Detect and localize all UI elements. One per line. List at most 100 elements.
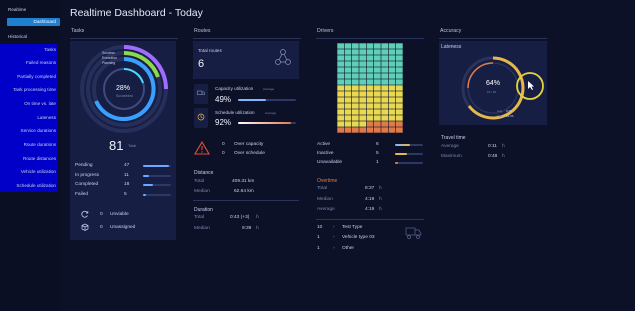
cursor-icon [528, 81, 534, 90]
unviable-label: Unviable [110, 212, 129, 217]
driver-grid-cell [388, 79, 396, 85]
driver-grid-cell [337, 127, 345, 133]
driver-grid-cell [351, 49, 359, 55]
sidebar-historical-header[interactable]: Historical [8, 34, 27, 39]
distance-median-label: Median [194, 189, 210, 194]
driver-grid-cell [344, 109, 352, 115]
box-icon [81, 223, 89, 231]
driver-grid-cell [359, 85, 367, 91]
unavailable-value: 1 [376, 160, 379, 165]
driver-grid-cell [344, 43, 352, 49]
travel-average-value: 0:11 [488, 144, 497, 149]
driver-grid-cell [366, 73, 374, 79]
driver-grid-cell [388, 61, 396, 67]
driver-grid-cell [381, 97, 389, 103]
driver-grid-cell [388, 121, 396, 127]
duration-median-value: 9:39 [242, 226, 252, 231]
driver-grid-cell [366, 109, 374, 115]
driver-grid-cell [359, 43, 367, 49]
driver-grid-cell [366, 91, 374, 97]
sidebar-item-vehicle-utilization[interactable]: Vehicle utilization [21, 169, 56, 174]
driver-grid-cell [344, 49, 352, 55]
driver-grid-cell [344, 55, 352, 61]
driver-grid-cell [373, 61, 381, 67]
driver-grid-cell [395, 73, 403, 79]
active-value: 6 [376, 142, 379, 147]
over-schedule-value: 0 [222, 151, 225, 156]
tasks-total-value: 81 [109, 138, 124, 153]
driver-grid-cell [373, 55, 381, 61]
active-bar-fill [395, 144, 410, 146]
vehicle-type-icon [405, 227, 422, 239]
driver-grid-cell [366, 43, 374, 49]
tasks-total-label: Total [128, 144, 137, 148]
legend-success: Success [102, 51, 115, 55]
driver-grid-cell [373, 97, 381, 103]
driver-grid-cell [351, 103, 359, 109]
driver-grid-cell [351, 79, 359, 85]
driver-grid-cell [344, 67, 352, 73]
driver-grid-cell [337, 43, 345, 49]
task-row-bar-fill [143, 165, 169, 167]
driver-grid-cell [388, 73, 396, 79]
driver-grid-cell [381, 115, 389, 121]
driver-grid-cell [351, 67, 359, 73]
travel-maximum-value: 0:48 [488, 154, 498, 159]
driver-grid-cell [381, 67, 389, 73]
lateness-ratio: 16 / 81 [487, 90, 497, 94]
travel-maximum-label: Maximum [441, 154, 462, 159]
task-row-bar-fill [143, 184, 153, 186]
vehicle-count-2: 1 [317, 246, 320, 251]
vehicle-name-0: Test Type [342, 225, 363, 230]
accuracy-column-title: Accuracy [440, 28, 462, 34]
sidebar-item-failed-reasons[interactable]: Failed reasons [26, 60, 56, 65]
driver-grid-cell [388, 115, 396, 121]
sidebar-item-route-durations[interactable]: Route durations [24, 142, 56, 147]
task-row-label: Failed [75, 191, 89, 197]
driver-grid-cell [366, 61, 374, 67]
driver-grid-cell [337, 49, 345, 55]
travel-average-unit: h [502, 144, 505, 149]
driver-grid-cell [351, 121, 359, 127]
driver-grid-cell [344, 91, 352, 97]
driver-grid-cell [395, 127, 403, 133]
sidebar-realtime-header[interactable]: Realtime [8, 7, 26, 12]
sidebar-item-route-distances[interactable]: Route distances [23, 156, 56, 161]
capacity-label: Capacity utilization [215, 86, 254, 91]
sidebar-item-service-durations[interactable]: Service durations [21, 128, 57, 133]
driver-grid-cell [366, 121, 374, 127]
driver-grid-cell [344, 61, 352, 67]
lateness-avg-value: 0:05 [506, 109, 512, 113]
driver-grid-cell [359, 55, 367, 61]
unviable-value: 0 [100, 212, 103, 217]
driver-grid-cell [366, 79, 374, 85]
lateness-max-value: 14:06 [506, 114, 514, 118]
driver-grid-cell [388, 55, 396, 61]
sidebar-item-dashboard[interactable]: Dashboard [7, 18, 60, 26]
driver-grid-cell [359, 79, 367, 85]
driver-grid-cell [351, 43, 359, 49]
driver-grid-cell [388, 91, 396, 97]
sidebar-item-on-time-vs-late[interactable]: On time vs. late [24, 101, 56, 106]
task-row-value: 5 [124, 191, 127, 197]
schedule-average-tag: Average [265, 111, 277, 115]
sidebar-item-tasks[interactable]: Tasks [44, 47, 56, 52]
driver-grid-cell [388, 67, 396, 73]
overtime-total-unit: h [379, 186, 382, 191]
vehicle-chevron-0: › [333, 225, 335, 230]
driver-grid-cell [337, 73, 345, 79]
overtime-median-unit: h [379, 197, 382, 202]
sidebar-item-task-processing-time[interactable]: Task processing time [13, 87, 56, 92]
sidebar-item-partially-completed[interactable]: Partially completed [17, 74, 56, 79]
legend-planning: Planning [102, 61, 116, 65]
unassigned-value: 0 [100, 225, 103, 230]
driver-grid-cell [381, 91, 389, 97]
vehicle-count-1: 1 [317, 235, 320, 240]
legend-execution: Execution [102, 56, 117, 60]
sidebar-item-lateness[interactable]: Lateness [37, 115, 56, 120]
sidebar-item-schedule-utilization[interactable]: Schedule utilization [16, 183, 56, 188]
vehicle-name-1: Vehicle type 03 [342, 235, 375, 240]
over-capacity-label: Over capacity [234, 142, 264, 147]
task-row-value: 11 [124, 172, 129, 178]
driver-grid-cell [359, 67, 367, 73]
